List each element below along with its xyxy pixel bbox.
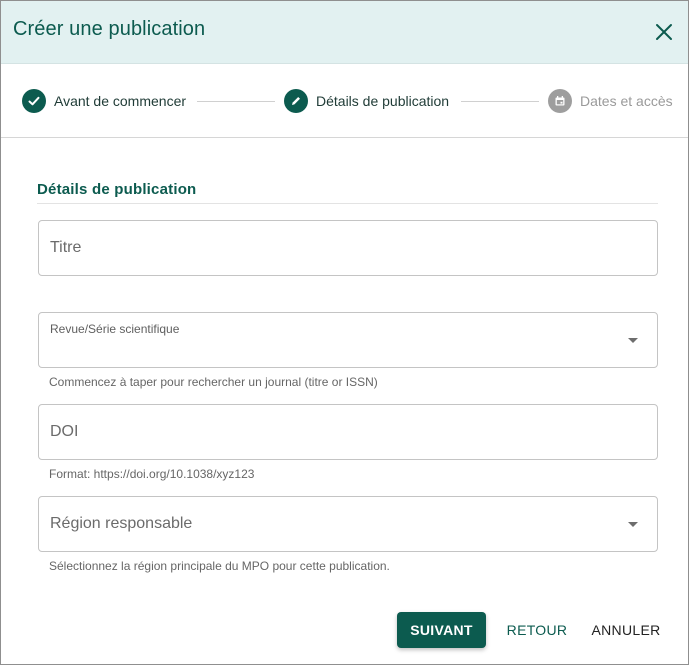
back-button[interactable]: RETOUR (501, 612, 573, 648)
region-placeholder: Région responsable (50, 515, 193, 532)
calendar-icon (548, 89, 572, 113)
region-select[interactable]: Région responsable (38, 496, 658, 552)
create-publication-dialog: Créer une publication Avant de commencer… (0, 0, 689, 665)
chevron-down-icon[interactable] (628, 522, 638, 527)
dialog-header: Créer une publication (1, 1, 688, 64)
close-icon[interactable] (652, 20, 676, 44)
journal-select[interactable]: Revue/Série scientifique (38, 312, 658, 368)
doi-placeholder: DOI (50, 423, 79, 440)
cancel-button[interactable]: ANNULER (587, 612, 665, 648)
pencil-icon[interactable] (284, 89, 308, 113)
step-label-before-starting[interactable]: Avant de commencer (54, 93, 186, 109)
stepper: Avant de commencer Détails de publicatio… (1, 65, 688, 138)
step-label-dates-access: Dates et accès (580, 93, 673, 109)
step-label-publication-details[interactable]: Détails de publication (316, 93, 449, 109)
dialog-title: Créer une publication (13, 18, 206, 40)
section-title: Détails de publication (37, 181, 197, 198)
section-divider (37, 203, 658, 204)
region-hint: Sélectionnez la région principale du MPO… (49, 559, 390, 573)
journal-hint: Commencez à taper pour rechercher un jou… (49, 375, 378, 389)
doi-hint: Format: https://doi.org/10.1038/xyz123 (49, 467, 255, 481)
journal-label: Revue/Série scientifique (50, 322, 180, 336)
doi-field[interactable]: DOI (38, 404, 658, 460)
step-connector (197, 101, 275, 102)
check-icon[interactable] (22, 89, 46, 113)
next-button[interactable]: SUIVANT (397, 612, 486, 648)
step-connector (461, 101, 539, 102)
title-field[interactable]: Titre (38, 220, 658, 276)
title-placeholder: Titre (50, 239, 82, 256)
chevron-down-icon[interactable] (628, 338, 638, 343)
